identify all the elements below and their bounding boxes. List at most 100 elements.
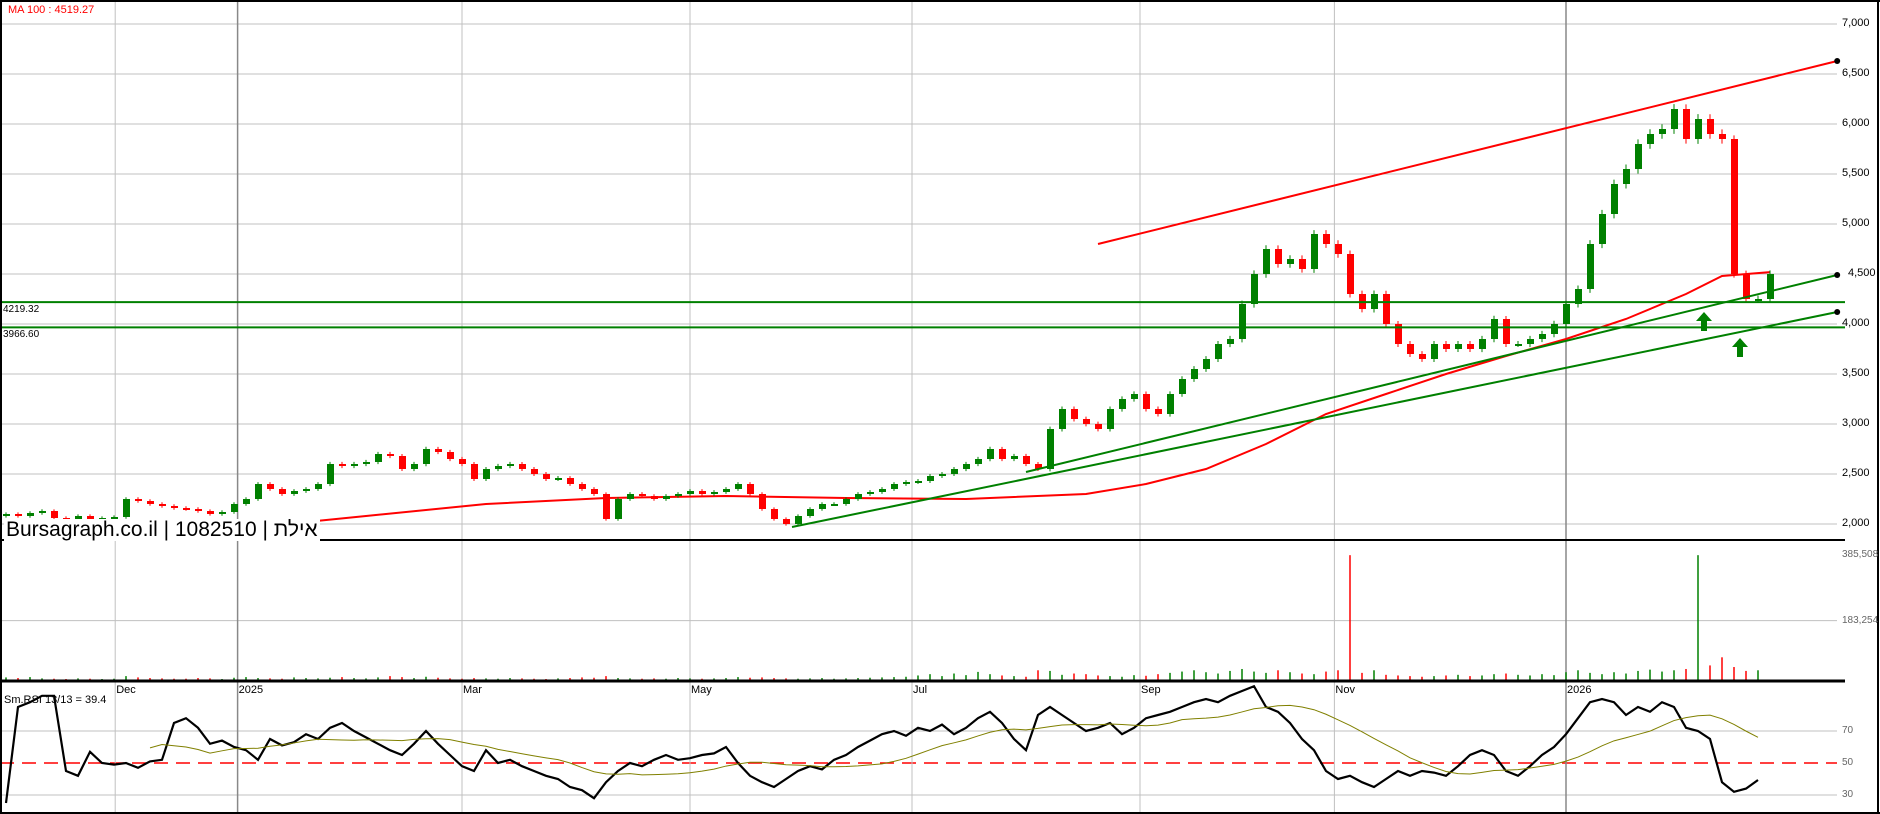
watermark-security-name: אילת: [273, 518, 318, 541]
candle-body: [1047, 429, 1054, 469]
candle-body: [843, 499, 850, 504]
candle-body: [651, 496, 658, 499]
candle-body: [1683, 109, 1690, 139]
candle-body: [855, 494, 862, 499]
price-tick-label: 5,500: [1842, 167, 1870, 179]
candle-body: [1071, 409, 1078, 419]
candle-body: [171, 506, 178, 508]
candle-body: [1383, 294, 1390, 324]
price-tick-label: 4,500: [1848, 267, 1876, 279]
candle-body: [783, 519, 790, 524]
candle-body: [1491, 319, 1498, 339]
candle-body: [1431, 344, 1438, 359]
candle-body: [423, 449, 430, 464]
candle-body: [603, 494, 610, 519]
candle-body: [759, 494, 766, 509]
candle-body: [1347, 254, 1354, 294]
candle-body: [1503, 319, 1510, 344]
candle-body: [531, 469, 538, 474]
level-label: 4219.32: [3, 304, 40, 316]
candle-body: [1203, 359, 1210, 369]
candle-body: [1263, 249, 1270, 274]
candle-body: [1527, 339, 1534, 344]
candle-body: [1299, 259, 1306, 269]
price-tick-label: 2,000: [1842, 517, 1870, 529]
candle-body: [39, 511, 46, 513]
candle-body: [219, 512, 226, 514]
candle-body: [3, 514, 10, 516]
candle-body: [831, 504, 838, 506]
candle-body: [1227, 339, 1234, 344]
candle-body: [915, 481, 922, 483]
rsi-level-label: 50: [1842, 757, 1854, 768]
candle-body: [1455, 344, 1462, 349]
candle-body: [735, 484, 742, 489]
candle-body: [939, 474, 946, 476]
candle-body: [771, 509, 778, 519]
candle-body: [1107, 409, 1114, 429]
x-tick-label: May: [691, 684, 712, 696]
candle-body: [1515, 344, 1522, 346]
candle-body: [1671, 109, 1678, 129]
candle-body: [435, 449, 442, 452]
candle-body: [1587, 244, 1594, 289]
candle-body: [1155, 409, 1162, 414]
candle-body: [519, 464, 526, 469]
candle-body: [471, 464, 478, 479]
x-tick-label: Mar: [463, 684, 482, 696]
candle-body: [1023, 456, 1030, 464]
candle-body: [327, 464, 334, 484]
candle-body: [51, 511, 58, 518]
candle-body: [1143, 394, 1150, 409]
price-tick-label: 6,000: [1842, 117, 1870, 129]
candle-body: [123, 499, 130, 517]
candle-body: [1323, 234, 1330, 244]
ma100-label: MA 100 : 4519.27: [8, 4, 95, 16]
candle-body: [951, 469, 958, 474]
candle-body: [1551, 324, 1558, 334]
candle-body: [1131, 394, 1138, 399]
candle-body: [387, 454, 394, 456]
candle-body: [1335, 244, 1342, 254]
price-tick-label: 4,000: [1842, 317, 1870, 329]
candle-body: [135, 499, 142, 501]
candle-body: [351, 464, 358, 466]
candle-body: [291, 491, 298, 494]
watermark-site: Bursagraph.co.il: [6, 518, 158, 541]
candle-body: [1563, 304, 1570, 324]
watermark-sep: |: [256, 518, 274, 541]
candle-body: [267, 484, 274, 489]
level-label: 3966.60: [3, 329, 40, 341]
candle-body: [1059, 409, 1066, 429]
watermark-sep: |: [157, 518, 175, 541]
candle-body: [279, 489, 286, 494]
candle-body: [1539, 334, 1546, 339]
candle-body: [711, 492, 718, 494]
candle-body: [723, 489, 730, 492]
candle-body: [1743, 274, 1750, 299]
candle-body: [999, 449, 1006, 459]
candle-body: [1695, 119, 1702, 139]
candle-body: [195, 509, 202, 511]
candle-body: [1215, 344, 1222, 359]
candle-body: [411, 464, 418, 469]
candle-body: [1095, 424, 1102, 429]
candle-body: [315, 484, 322, 489]
candle-body: [15, 514, 22, 516]
candle-body: [891, 484, 898, 489]
candle-body: [495, 466, 502, 469]
candle-body: [1167, 394, 1174, 414]
candle-body: [615, 499, 622, 519]
candle-body: [339, 464, 346, 466]
candle-body: [1479, 339, 1486, 349]
candle-body: [675, 494, 682, 496]
candle-body: [963, 464, 970, 469]
price-tick-label: 5,000: [1842, 217, 1870, 229]
candle-body: [1767, 274, 1774, 299]
candle-body: [1755, 299, 1762, 301]
candle-body: [483, 469, 490, 479]
candle-body: [363, 462, 370, 464]
candle-body: [1311, 234, 1318, 269]
price-tick-label: 2,500: [1842, 467, 1870, 479]
candle-body: [1251, 274, 1258, 304]
